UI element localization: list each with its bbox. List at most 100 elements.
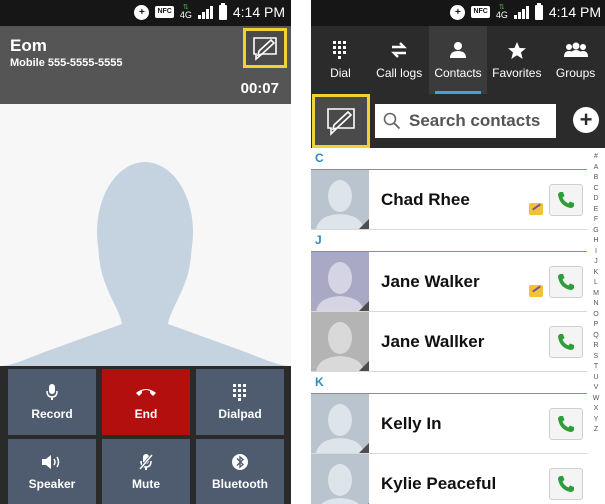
dialpad-icon: [332, 40, 348, 60]
network-4g-icon: ⇅ 4G: [495, 4, 508, 20]
status-time: 4:14 PM: [232, 4, 285, 20]
index-letter[interactable]: #: [594, 152, 598, 163]
search-input[interactable]: Search contacts: [375, 104, 556, 138]
end-label: End: [134, 407, 158, 421]
bluetooth-status-icon: +: [134, 4, 150, 20]
battery-icon: [534, 2, 543, 20]
dialpad-icon: [232, 383, 248, 401]
index-letter[interactable]: X: [594, 404, 599, 415]
call-button[interactable]: [549, 468, 583, 500]
star-icon: [507, 40, 527, 60]
avatar: [311, 170, 369, 229]
bluetooth-button[interactable]: Bluetooth: [196, 439, 284, 504]
status-bar: + NFC ⇅ 4G 4:14 PM: [311, 0, 605, 26]
index-letter[interactable]: V: [594, 383, 599, 394]
index-letter[interactable]: N: [593, 299, 598, 310]
index-letter[interactable]: Y: [594, 415, 599, 426]
person-icon: [449, 40, 467, 60]
contact-list: C Chad Rhee J Jane Walker Jane Wallker K…: [311, 148, 587, 504]
mute-button[interactable]: Mute: [102, 439, 190, 504]
call-timer: 00:07: [240, 80, 279, 97]
index-letter[interactable]: Q: [593, 331, 598, 342]
search-icon: [383, 112, 401, 130]
speaker-icon: [41, 453, 63, 471]
groups-icon: [563, 40, 588, 60]
avatar: [311, 312, 369, 371]
index-letter[interactable]: B: [594, 173, 599, 184]
index-letter[interactable]: D: [593, 194, 598, 205]
status-time: 4:14 PM: [548, 4, 601, 20]
index-letter[interactable]: S: [594, 352, 599, 363]
avatar: [311, 252, 369, 311]
phone-icon: [558, 334, 574, 350]
index-letter[interactable]: M: [593, 289, 599, 300]
call-button[interactable]: [549, 266, 583, 298]
index-letter[interactable]: P: [594, 320, 599, 331]
record-label: Record: [31, 407, 73, 421]
list-item[interactable]: Chad Rhee: [311, 170, 587, 230]
alphabet-index-scrollbar[interactable]: # A B C D E F G H I J K L M N O P Q R S T U V W X Y Z: [587, 148, 605, 504]
index-letter[interactable]: O: [593, 310, 598, 321]
call-controls: Record End Dialpad Speaker Mute Bluetoot…: [0, 366, 291, 504]
index-letter[interactable]: W: [593, 394, 600, 405]
tab-contacts[interactable]: Contacts: [428, 26, 488, 94]
tab-call-logs-label: Call logs: [376, 66, 423, 80]
status-bar: + NFC ⇅ 4G 4:14 PM: [0, 0, 291, 26]
plus-icon: +: [579, 107, 593, 132]
index-letter[interactable]: E: [594, 205, 599, 216]
record-button[interactable]: Record: [8, 369, 96, 435]
dialpad-label: Dialpad: [218, 407, 262, 421]
phone-icon: [558, 274, 574, 290]
phone-icon: [558, 476, 574, 492]
tab-favorites-label: Favorites: [492, 66, 542, 80]
caller-name: Eom: [10, 36, 47, 55]
call-button[interactable]: [549, 326, 583, 358]
caller-number: Mobile 555-5555-5555: [10, 57, 123, 69]
nfc-icon: NFC: [471, 6, 490, 18]
tab-favorites[interactable]: Favorites: [487, 26, 546, 94]
index-letter[interactable]: L: [594, 278, 598, 289]
tab-dial[interactable]: Dial: [311, 26, 370, 94]
mute-label: Mute: [132, 477, 160, 491]
add-contact-button[interactable]: +: [573, 107, 599, 133]
phone-icon: [558, 192, 574, 208]
index-letter[interactable]: U: [593, 373, 598, 384]
index-letter[interactable]: K: [594, 268, 599, 279]
signal-icon: [197, 5, 213, 19]
quick-memo-button[interactable]: [312, 94, 370, 148]
avatar: [311, 454, 369, 504]
index-letter[interactable]: J: [594, 257, 598, 268]
list-item[interactable]: Kelly In: [311, 394, 587, 454]
in-call-screen: + NFC ⇅ 4G 4:14 PM Eom Mobile 555-5555-55…: [0, 0, 291, 504]
index-letter[interactable]: F: [594, 215, 598, 226]
end-call-button[interactable]: End: [102, 369, 190, 435]
call-button[interactable]: [549, 184, 583, 216]
tab-contacts-label: Contacts: [434, 66, 482, 80]
default-person-silhouette: [0, 104, 291, 366]
speaker-label: Speaker: [28, 477, 76, 491]
call-header: Eom Mobile 555-5555-5555 00:07: [0, 26, 291, 104]
index-letter[interactable]: R: [593, 341, 598, 352]
call-button[interactable]: [549, 408, 583, 440]
index-letter[interactable]: T: [594, 362, 598, 373]
tab-call-logs[interactable]: Call logs: [370, 26, 429, 94]
index-letter[interactable]: I: [595, 247, 597, 258]
memo-badge-icon: [529, 203, 543, 215]
index-letter[interactable]: G: [593, 226, 598, 237]
hang-up-icon: [135, 383, 157, 401]
list-item[interactable]: Jane Wallker: [311, 312, 587, 372]
signal-icon: [513, 5, 529, 19]
bluetooth-icon: [232, 453, 248, 471]
index-letter[interactable]: Z: [594, 425, 598, 436]
index-letter[interactable]: H: [593, 236, 598, 247]
dialpad-button[interactable]: Dialpad: [196, 369, 284, 435]
quick-memo-button[interactable]: [243, 28, 287, 68]
list-item[interactable]: Kylie Peaceful: [311, 454, 587, 504]
speaker-button[interactable]: Speaker: [8, 439, 96, 504]
pencil-memo-icon: [327, 108, 355, 136]
caller-photo: [0, 104, 291, 366]
tab-groups[interactable]: Groups: [546, 26, 605, 94]
list-item[interactable]: Jane Walker: [311, 252, 587, 312]
index-letter[interactable]: C: [593, 184, 598, 195]
index-letter[interactable]: A: [594, 163, 599, 174]
